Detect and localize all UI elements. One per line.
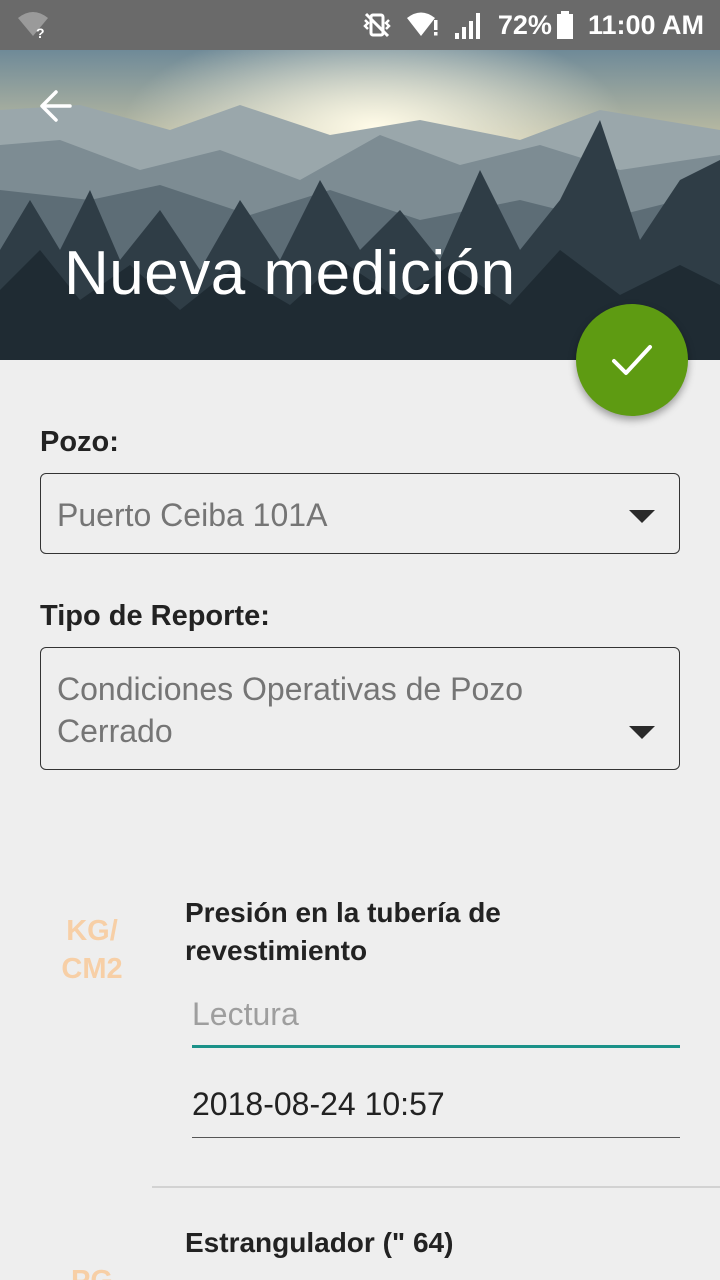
clock: 11:00 AM	[587, 9, 704, 40]
confirm-button[interactable]	[576, 304, 688, 416]
unit-label: PG	[40, 1262, 144, 1280]
measurement-label-line: revestimiento	[185, 935, 368, 966]
well-dropdown[interactable]: Puerto Ceiba 101A	[40, 473, 680, 554]
unit-line: CM2	[61, 953, 123, 985]
reading-placeholder: Lectura	[192, 996, 299, 1032]
unit-line: KG/	[66, 915, 118, 947]
well-label: Pozo:	[40, 426, 119, 458]
page-title: Nueva medición	[64, 239, 516, 308]
well-value: Puerto Ceiba 101A	[57, 497, 328, 533]
datetime-field[interactable]: 2018-08-24 10:57	[192, 1082, 680, 1138]
measurement-label: Estrangulador (" 64)	[185, 1227, 454, 1258]
vibrate-off-icon	[362, 10, 392, 40]
divider	[152, 1186, 720, 1188]
status-bar: ? 72% 11:00 AM	[0, 0, 720, 50]
unit-label: KG/ CM2	[40, 912, 144, 988]
measurement-label: Presión en la tubería de revestimiento	[185, 894, 655, 970]
datetime-value: 2018-08-24 10:57	[192, 1086, 445, 1122]
report-type-value-line1: Condiciones Operativas de Pozo	[57, 671, 524, 707]
wifi-icon	[406, 10, 440, 40]
chevron-down-icon	[629, 510, 655, 523]
report-type-dropdown[interactable]: Condiciones Operativas de Pozo Cerrado	[40, 647, 680, 770]
battery-icon	[556, 10, 574, 40]
chevron-down-icon	[629, 726, 655, 739]
signal-icon	[454, 9, 484, 41]
wifi-unknown-icon: ?	[16, 10, 50, 45]
measurement-label-line: Presión en la tubería de	[185, 897, 501, 928]
svg-text:?: ?	[36, 25, 45, 40]
arrow-back-icon[interactable]	[36, 86, 76, 126]
report-type-label: Tipo de Reporte:	[40, 600, 270, 632]
reading-input[interactable]: Lectura	[192, 992, 680, 1048]
report-type-value-line2: Cerrado	[57, 713, 173, 749]
battery-percent: 72%	[497, 9, 552, 40]
check-icon	[612, 345, 652, 375]
